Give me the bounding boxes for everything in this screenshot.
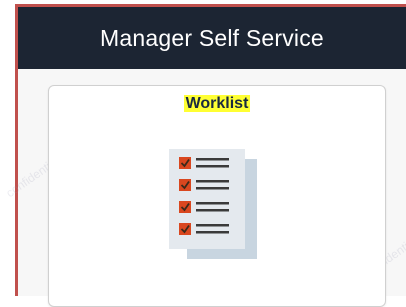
worklist-tile[interactable]: Worklist (48, 85, 386, 307)
page-title: Manager Self Service (100, 24, 324, 51)
checklist-icon (165, 147, 265, 262)
worklist-label: Worklist (183, 95, 251, 112)
screenshot-frame: Manager Self Service confidential confid… (0, 0, 406, 307)
page-header: Manager Self Service (18, 7, 406, 69)
tile-title: Worklist (49, 95, 385, 113)
